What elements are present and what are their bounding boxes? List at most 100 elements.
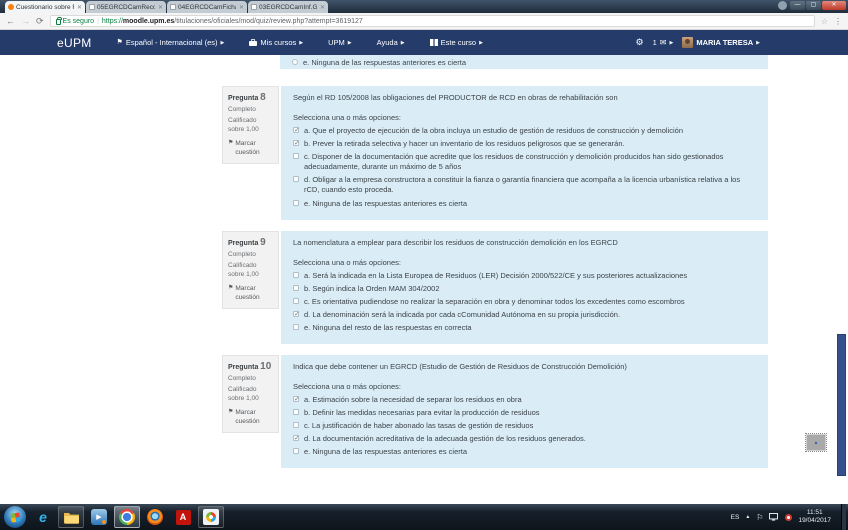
- nav-ayuda[interactable]: Ayuda ▶: [377, 38, 405, 47]
- show-desktop-button[interactable]: [841, 504, 846, 530]
- browser-menu-icon[interactable]: ⋮: [834, 17, 842, 26]
- tab-close-icon[interactable]: ✕: [319, 4, 325, 11]
- question-8: Pregunta 8 Completo Calificado sobre 1,0…: [222, 86, 768, 220]
- tab-pdf-3[interactable]: 03EGRCDCamInf.Gen.pdf ✕: [248, 1, 328, 13]
- checkbox[interactable]: [293, 434, 300, 444]
- tray-expand-icon[interactable]: ▲: [745, 514, 750, 520]
- nav-language[interactable]: ⚑ Español - Internacional (es) ▶: [117, 38, 225, 47]
- folder-icon: [63, 512, 79, 524]
- media-player-icon[interactable]: ▶: [86, 506, 112, 528]
- network-icon[interactable]: [769, 513, 779, 521]
- checkbox[interactable]: [293, 422, 299, 428]
- checkbox[interactable]: [293, 126, 300, 135]
- radio-button[interactable]: [292, 59, 298, 65]
- checkbox[interactable]: [293, 284, 299, 291]
- paint-icon[interactable]: [198, 506, 224, 528]
- tab-close-icon[interactable]: ✕: [76, 4, 82, 11]
- answer-option: c. Disponer de la documentación que acre…: [293, 152, 756, 172]
- message-count-badge: 1: [652, 38, 657, 47]
- answer-option: a. Será la indicada en la Lista Europea …: [293, 271, 756, 281]
- nav-este-curso[interactable]: Este curso ▶: [429, 38, 483, 47]
- eupm-logo[interactable]: eUPM: [57, 36, 92, 50]
- back-icon[interactable]: ←: [6, 16, 15, 26]
- checkbox[interactable]: [293, 310, 300, 320]
- padlock-icon: [55, 16, 62, 25]
- messages-menu[interactable]: 1 ✉ ▶: [653, 38, 674, 47]
- question-info-panel: Pregunta 9 Completo Calificado sobre 1,0…: [222, 231, 279, 310]
- keyboard-language-indicator[interactable]: ES: [731, 514, 740, 521]
- flag-icon: ⚑: [228, 140, 234, 147]
- question-text: Según el RD 105/2008 las obligaciones de…: [293, 93, 618, 102]
- checkbox[interactable]: [293, 324, 299, 331]
- scrollbar-thumb[interactable]: [837, 334, 846, 476]
- quiz-review-page: e. Ninguna de las respuestas anteriores …: [0, 55, 848, 504]
- firefox-icon[interactable]: [142, 506, 168, 528]
- action-center-flag-icon[interactable]: ⚐: [756, 513, 763, 522]
- tab-quiz[interactable]: Cuestionario sobre Resid ✕: [5, 1, 85, 13]
- bookmark-star-icon[interactable]: ☆: [821, 17, 828, 26]
- address-bar[interactable]: Es seguro | https://moodle.upm.es/titula…: [49, 15, 815, 27]
- minimize-button[interactable]: —: [790, 1, 805, 10]
- url-separator: |: [97, 17, 99, 25]
- answer-option: d. Obligar a la empresa constructora a c…: [293, 175, 756, 195]
- security-chip[interactable]: Es seguro: [55, 16, 94, 25]
- flag-question-link[interactable]: ⚑ Marcar cuestión: [228, 140, 273, 157]
- checkbox[interactable]: [293, 153, 299, 159]
- antivirus-tray-icon[interactable]: [785, 513, 793, 521]
- question-state: Completo: [228, 251, 256, 258]
- start-button[interactable]: [4, 506, 26, 528]
- answer-prompt: Selecciona una o más opciones:: [293, 381, 401, 391]
- tab-close-icon[interactable]: ✕: [238, 4, 244, 11]
- gear-icon[interactable]: ⚙: [636, 37, 644, 48]
- flag-question-link[interactable]: ⚑ Marcar cuestión: [228, 285, 273, 302]
- maximize-button[interactable]: ▢: [806, 1, 821, 10]
- question-label: Pregunta: [228, 364, 259, 371]
- chrome-icon[interactable]: [114, 506, 140, 528]
- answer-option: e. Ninguna de las respuestas anteriores …: [293, 199, 756, 209]
- checkbox[interactable]: [293, 176, 299, 183]
- tab-pdf-2[interactable]: 04EGRCDCamFicha.expl ✕: [167, 1, 247, 13]
- question-info-panel: Pregunta 10 Completo Calificado sobre 1,…: [222, 355, 279, 434]
- checkbox[interactable]: [293, 298, 299, 304]
- scroll-widget-button[interactable]: ▲: [805, 433, 827, 452]
- question-text: Indica que debe contener un EGRCD (Estud…: [293, 362, 627, 371]
- forward-icon[interactable]: →: [21, 16, 30, 26]
- book-icon: [429, 39, 438, 46]
- flag-icon: ⚑: [228, 285, 234, 292]
- answer-prompt: Selecciona una o más opciones:: [293, 112, 401, 122]
- answer-prompt: Selecciona una o más opciones:: [293, 257, 401, 267]
- navbar-right: ⚙ 1 ✉ ▶ MARIA TERESA ▶: [636, 37, 760, 48]
- answer-option: a. Que el proyecto de ejecución de la ob…: [293, 126, 756, 136]
- tab-strip: Cuestionario sobre Resid ✕ 05EGRCDCamRec…: [5, 1, 329, 13]
- question-number: 8: [260, 92, 266, 103]
- question-content: Según el RD 105/2008 las obligaciones de…: [281, 86, 768, 220]
- checkbox[interactable]: [293, 199, 299, 206]
- nav-mis-cursos[interactable]: Mis cursos ▶: [249, 38, 303, 47]
- profile-icon[interactable]: [778, 1, 787, 10]
- browser-toolbar: ← → ⟳ Es seguro | https://moodle.upm.es/…: [0, 13, 848, 30]
- tab-title: 05EGRCDCamRecomend: [97, 3, 155, 11]
- windows-explorer-icon[interactable]: [58, 506, 84, 528]
- internet-explorer-icon[interactable]: e: [30, 506, 56, 528]
- tab-pdf-1[interactable]: 05EGRCDCamRecomend ✕: [86, 1, 166, 13]
- reload-icon[interactable]: ⟳: [36, 16, 44, 26]
- answer-option: d. La documentación acreditativa de la a…: [293, 434, 756, 444]
- taskbar-clock[interactable]: 11:51 19/04/2017: [798, 509, 831, 525]
- close-button[interactable]: ✕: [822, 1, 846, 10]
- user-menu[interactable]: MARIA TERESA ▶: [682, 37, 760, 48]
- nav-upm[interactable]: UPM ▶: [328, 38, 352, 47]
- checkbox[interactable]: [293, 448, 299, 455]
- flag-icon: ⚑: [228, 409, 234, 416]
- question-state: Completo: [228, 106, 256, 113]
- answer-option: c. Es orientativa pudiendose no realizar…: [293, 297, 756, 307]
- checkbox[interactable]: [293, 408, 299, 415]
- adobe-reader-icon[interactable]: A: [170, 506, 196, 528]
- checkbox[interactable]: [293, 271, 299, 278]
- checkbox[interactable]: [293, 395, 300, 404]
- windows-taskbar: e ▶ A ES ▲ ⚐ 11:51 19/04/2017: [0, 504, 848, 530]
- answer-option: b. Prever la retirada selectiva y hacer …: [293, 139, 756, 149]
- checkbox[interactable]: [293, 139, 300, 148]
- chevron-down-icon: ▶: [220, 39, 225, 46]
- flag-question-link[interactable]: ⚑ Marcar cuestión: [228, 409, 273, 426]
- tab-close-icon[interactable]: ✕: [157, 4, 163, 11]
